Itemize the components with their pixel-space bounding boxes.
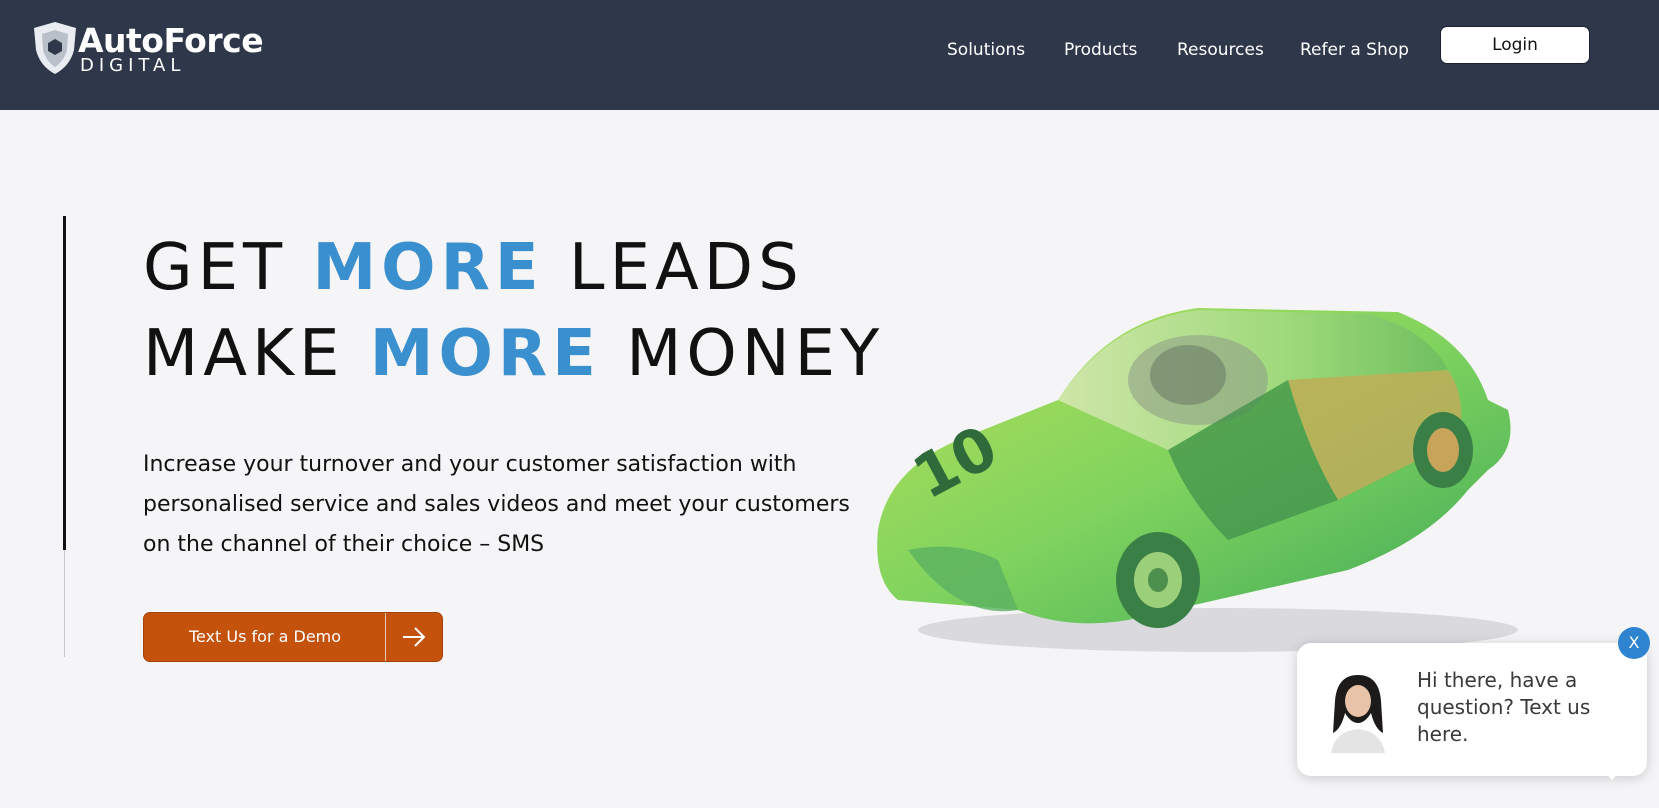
chat-close-button[interactable]: X: [1618, 627, 1650, 659]
hero-accent-line: [63, 216, 66, 550]
hero-description: Increase your turnover and your customer…: [143, 452, 850, 557]
hero-heading-1-post: LEADS: [543, 231, 804, 305]
hero-accent-line-faint: [64, 550, 65, 657]
shield-logo-icon: [34, 22, 76, 74]
hero-heading-2-post: MONEY: [600, 317, 885, 391]
hero-heading-line-1: GET MORE LEADS: [143, 236, 804, 300]
nav-products[interactable]: Products: [1064, 38, 1137, 62]
cta-label: Text Us for a Demo: [188, 627, 342, 646]
arrow-right-icon: [403, 627, 426, 647]
hero-heading-1-pre: GET: [143, 231, 313, 305]
hero-heading-2-highlight: MORE: [369, 317, 601, 391]
hero-heading-2-pre: MAKE: [143, 317, 370, 391]
top-navigation-bar: AutoForce DIGITAL Solutions Products Res…: [0, 0, 1659, 110]
logo-subtitle: DIGITAL: [80, 55, 186, 76]
text-us-for-demo-button[interactable]: Text Us for a Demo: [143, 612, 443, 662]
chat-widget[interactable]: Hi there, have a question? Text us here.: [1297, 643, 1647, 776]
logo-wordmark: AutoForce: [78, 21, 264, 60]
hero-heading-1-highlight: MORE: [312, 231, 544, 305]
nav-resources[interactable]: Resources: [1177, 38, 1264, 62]
banknote-car-image: 10: [877, 308, 1518, 652]
chat-bubble-tail: [1601, 768, 1623, 780]
autoforce-logo[interactable]: AutoForce DIGITAL: [30, 20, 270, 80]
agent-avatar: [1321, 669, 1395, 753]
chat-message: Hi there, have a question? Text us here.: [1417, 668, 1591, 746]
hero-heading-line-2: MAKE MORE MONEY: [143, 322, 884, 386]
nav-refer-a-shop[interactable]: Refer a Shop: [1300, 38, 1409, 62]
login-button[interactable]: Login: [1440, 26, 1590, 64]
nav-solutions[interactable]: Solutions: [947, 38, 1025, 62]
